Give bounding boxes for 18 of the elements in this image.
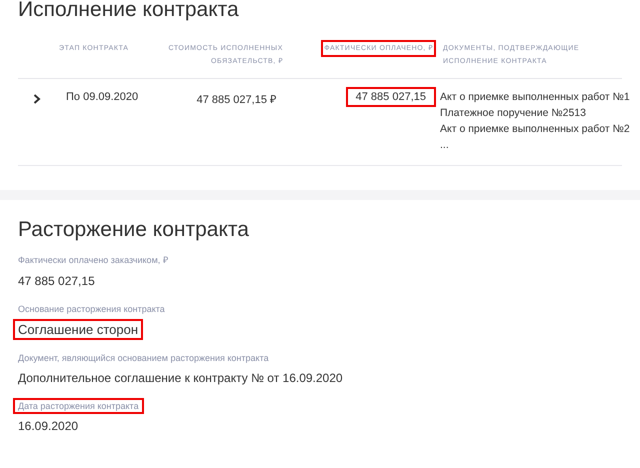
table-cell-text: По 09.09.2020 <box>65 90 140 105</box>
document-link[interactable]: ... <box>440 139 449 151</box>
field-label: Дата расторжения контракта <box>13 398 144 414</box>
field-label: Фактически оплачено заказчиком, ₽ <box>17 254 169 267</box>
section-title: Расторжение контракта <box>18 218 250 242</box>
field-value: Дополнительное соглашение к контракту № от 16.09.2020 <box>17 370 344 387</box>
field-value: 16.09.2020 <box>17 418 80 435</box>
chevron-icon[interactable] <box>33 94 41 104</box>
section-title: Исполнение контракта <box>18 0 240 22</box>
document-link[interactable]: Акт о приемке выполненных работ №2 <box>440 123 630 135</box>
field-value: Соглашение сторон <box>13 319 144 340</box>
document-link[interactable]: Акт о приемке выполненных работ №1 <box>440 91 630 103</box>
document-link[interactable]: Платежное поручение №2513 <box>440 107 586 119</box>
table-cell-text: 47 885 027,15 ₽ <box>196 93 277 108</box>
field-label: Основание расторжения контракта <box>17 303 166 316</box>
table-cell: 47 885 027,15 <box>346 87 436 107</box>
field-value: 47 885 027,15 <box>17 273 96 290</box>
field-label: Документ, являющийся основанием расторжения контракта <box>17 352 270 365</box>
